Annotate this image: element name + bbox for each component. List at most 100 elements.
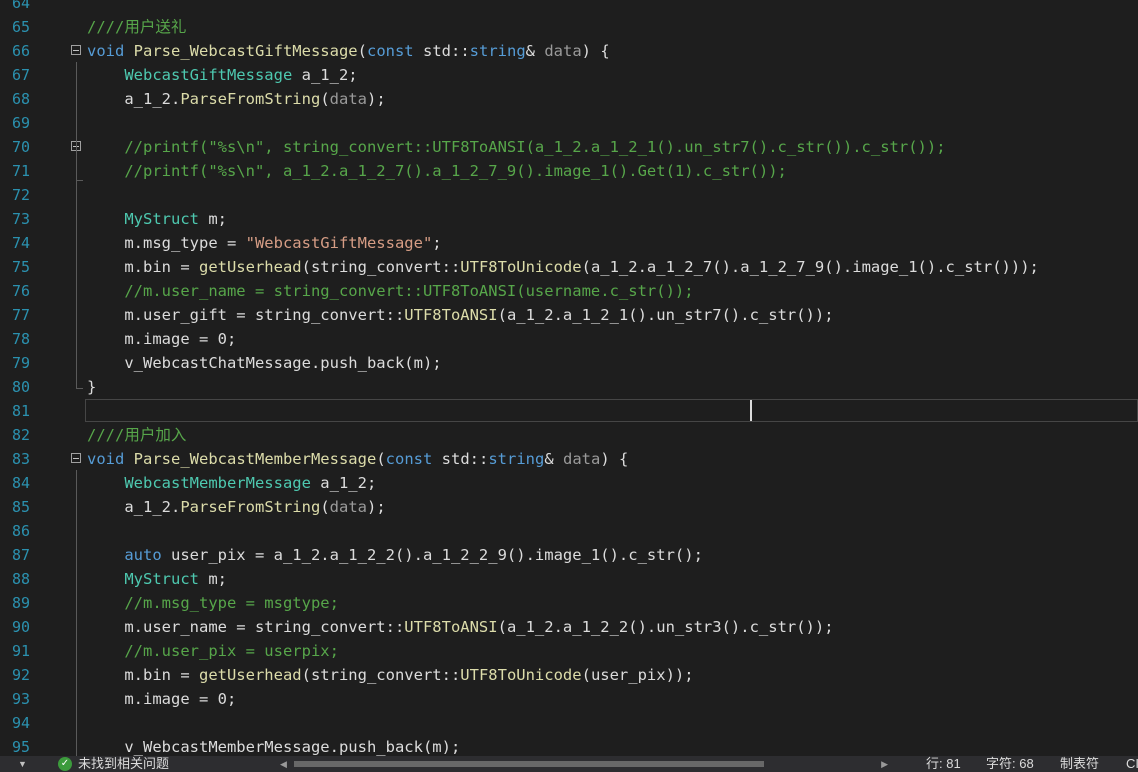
code-line[interactable]: 72 [0, 183, 1138, 207]
code-text: m.bin = getUserhead(string_convert::UTF8… [87, 258, 1039, 276]
collapse-icon[interactable] [71, 45, 81, 55]
code-line[interactable]: 65 ////用户送礼 [0, 15, 1138, 39]
code-line[interactable]: 91 //m.user_pix = userpix; [0, 639, 1138, 663]
code-text: WebcastGiftMessage a_1_2; [124, 66, 358, 84]
code-text: m.image = 0; [87, 690, 237, 708]
code-line[interactable]: 84 WebcastMemberMessage a_1_2; [0, 471, 1138, 495]
code-line[interactable]: 78 m.image = 0; [0, 327, 1138, 351]
line-ending-indicator[interactable]: CI [1126, 756, 1138, 772]
code-line[interactable]: 79 v_WebcastChatMessage.push_back(m); [0, 351, 1138, 375]
check-circle-icon[interactable]: ✓ [58, 757, 72, 771]
code-text: void Parse_WebcastGiftMessage(const std:… [87, 42, 610, 60]
line-number: 87 [11, 546, 30, 564]
code-line[interactable]: 71 //printf("%s\n", a_1_2.a_1_2_7().a_1_… [0, 159, 1138, 183]
code-line[interactable]: 90 m.user_name = string_convert::UTF8ToA… [0, 615, 1138, 639]
line-number: 65 [11, 18, 30, 36]
code-text: m.user_gift = string_convert::UTF8ToANSI… [87, 306, 834, 324]
code-text: m.bin = getUserhead(string_convert::UTF8… [87, 666, 694, 684]
line-number: 79 [11, 354, 30, 372]
code-text: //m.user_pix = userpix; [124, 642, 339, 660]
code-text: MyStruct m; [124, 210, 227, 228]
code-text: void Parse_WebcastMemberMessage(const st… [87, 450, 629, 468]
code-line[interactable]: 94 [0, 711, 1138, 735]
code-editor[interactable]: 64 65 ////用户送礼 66 void Parse_WebcastGiftMess… [0, 0, 1138, 756]
line-number: 85 [11, 498, 30, 516]
code-line[interactable]: 75 m.bin = getUserhead(string_convert::U… [0, 255, 1138, 279]
code-text: a_1_2.ParseFromString(data); [87, 90, 386, 108]
line-number: 82 [11, 426, 30, 444]
code-text: //m.msg_type = msgtype; [124, 594, 339, 612]
line-number: 76 [11, 282, 30, 300]
code-line[interactable]: 73 MyStruct m; [0, 207, 1138, 231]
code-line[interactable]: 67 WebcastGiftMessage a_1_2; [0, 63, 1138, 87]
line-number: 81 [11, 402, 30, 420]
indent-guide-end [76, 388, 83, 389]
code-line[interactable]: 87 auto user_pix = a_1_2.a_1_2_2().a_1_2… [0, 543, 1138, 567]
scroll-right-icon[interactable]: ▶ [881, 759, 888, 769]
line-number: 66 [11, 42, 30, 60]
scrollbar-thumb[interactable] [294, 761, 764, 767]
chevron-down-icon[interactable]: ▼ [18, 756, 27, 772]
code-line[interactable]: 69 [0, 111, 1138, 135]
code-line[interactable]: 85 a_1_2.ParseFromString(data); [0, 495, 1138, 519]
text-caret [750, 400, 752, 421]
code-text: a_1_2.ParseFromString(data); [87, 498, 386, 516]
code-line[interactable]: 80} [0, 375, 1138, 399]
code-text: v_WebcastMemberMessage.push_back(m); [87, 738, 461, 756]
code-line[interactable]: 88 MyStruct m; [0, 567, 1138, 591]
indent-guide-end [76, 180, 83, 181]
code-line[interactable]: 66 void Parse_WebcastGiftMessage(const st… [0, 39, 1138, 63]
line-number: 91 [11, 642, 30, 660]
scroll-left-icon[interactable]: ◀ [280, 759, 287, 769]
line-indicator[interactable]: 行: 81 [926, 756, 961, 772]
code-text: v_WebcastChatMessage.push_back(m); [87, 354, 442, 372]
line-number: 64 [11, 0, 30, 12]
code-line[interactable]: 93 m.image = 0; [0, 687, 1138, 711]
line-number: 94 [11, 714, 30, 732]
line-number: 72 [11, 186, 30, 204]
tab-mode-indicator[interactable]: 制表符 [1060, 756, 1099, 772]
code-line[interactable]: 92 m.bin = getUserhead(string_convert::U… [0, 663, 1138, 687]
code-text: auto user_pix = a_1_2.a_1_2_2().a_1_2_2_… [124, 546, 703, 564]
line-number: 95 [11, 738, 30, 756]
code-line[interactable]: 95 v_WebcastMemberMessage.push_back(m); [0, 735, 1138, 756]
code-text: //m.user_name = string_convert::UTF8ToAN… [124, 282, 694, 300]
line-number: 73 [11, 210, 30, 228]
line-number: 86 [11, 522, 30, 540]
code-line[interactable]: 83 void Parse_WebcastMemberMessage(const … [0, 447, 1138, 471]
code-text: ////用户加入 [87, 426, 187, 444]
code-line[interactable]: 70 //printf("%s\n", string_convert::UTF8… [0, 135, 1138, 159]
code-line[interactable]: 86 [0, 519, 1138, 543]
code-line[interactable]: 89 //m.msg_type = msgtype; [0, 591, 1138, 615]
code-text: m.user_name = string_convert::UTF8ToANSI… [87, 618, 834, 636]
line-number: 83 [11, 450, 30, 468]
code-line[interactable]: 77 m.user_gift = string_convert::UTF8ToA… [0, 303, 1138, 327]
collapse-icon[interactable] [71, 453, 81, 463]
current-line-highlight [85, 399, 1138, 422]
code-line[interactable]: 68 a_1_2.ParseFromString(data); [0, 87, 1138, 111]
line-number: 71 [11, 162, 30, 180]
line-number: 69 [11, 114, 30, 132]
line-number: 78 [11, 330, 30, 348]
char-indicator[interactable]: 字符: 68 [986, 756, 1034, 772]
code-text: WebcastMemberMessage a_1_2; [124, 474, 377, 492]
horizontal-scrollbar[interactable]: ◀ ▶ [280, 759, 888, 769]
code-line[interactable]: 76 //m.user_name = string_convert::UTF8T… [0, 279, 1138, 303]
line-number: 89 [11, 594, 30, 612]
line-number: 88 [11, 570, 30, 588]
code-text: MyStruct m; [124, 570, 227, 588]
line-number: 90 [11, 618, 30, 636]
code-line[interactable]: 64 [0, 0, 1138, 15]
line-number: 68 [11, 90, 30, 108]
code-line[interactable]: 82 ////用户加入 [0, 423, 1138, 447]
line-number: 74 [11, 234, 30, 252]
issues-status[interactable]: 未找到相关问题 [78, 756, 169, 772]
indent-guide [76, 158, 77, 180]
code-text: //printf("%s\n", string_convert::UTF8ToA… [124, 138, 946, 156]
code-text: //printf("%s\n", a_1_2.a_1_2_7().a_1_2_7… [124, 162, 787, 180]
code-text: ////用户送礼 [87, 18, 187, 36]
code-line[interactable]: 74 m.msg_type = "WebcastGiftMessage"; [0, 231, 1138, 255]
code-text: m.image = 0; [87, 330, 237, 348]
indent-guide [76, 62, 77, 388]
line-number: 70 [11, 138, 30, 156]
